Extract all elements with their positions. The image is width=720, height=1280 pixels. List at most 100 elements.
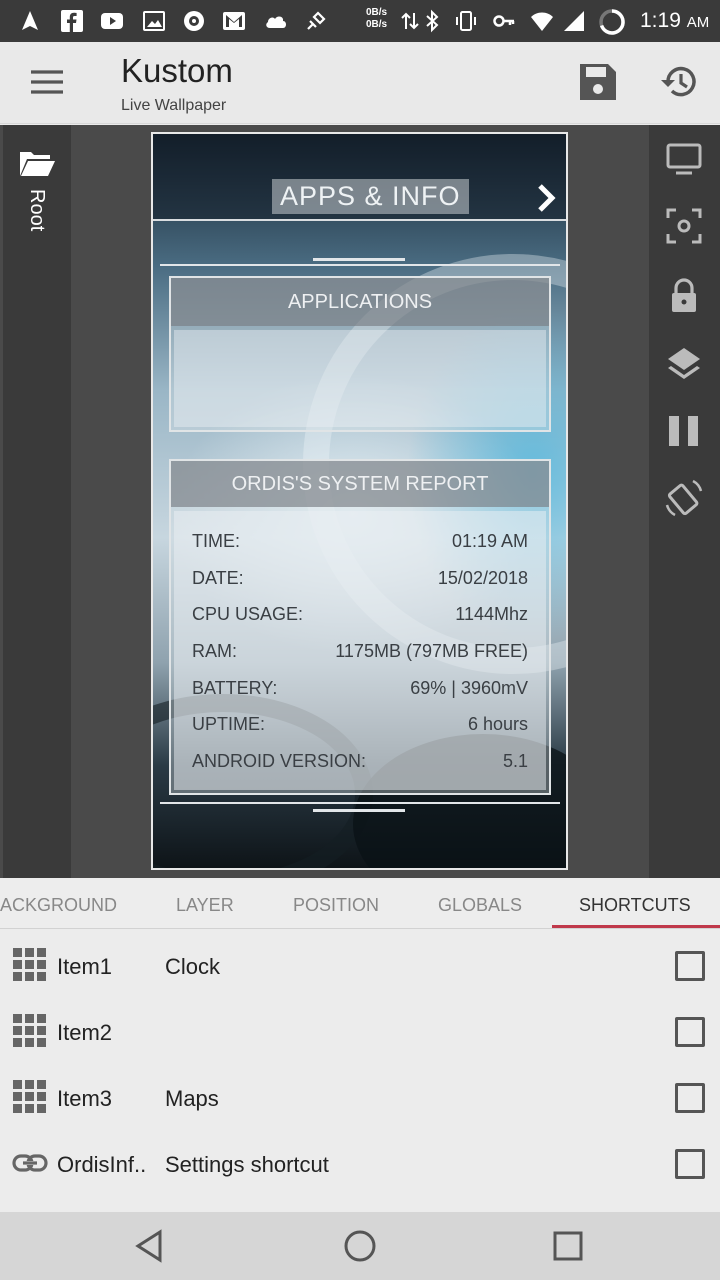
- list-item[interactable]: Item3 Maps: [0, 1064, 720, 1130]
- editor-area: Root APPS & INFO APPLICATIONS ORDIS'S SY…: [0, 125, 720, 878]
- preview-header: APPS & INFO: [153, 134, 566, 221]
- navigation-bar: [0, 1212, 720, 1280]
- item-name: Item1: [57, 954, 113, 979]
- menu-button[interactable]: [22, 62, 72, 102]
- report-label: RAM:: [192, 641, 237, 661]
- status-bar: 0B/s 0B/s 1:19 AM: [0, 0, 720, 42]
- history-icon: [661, 66, 696, 97]
- layers-button[interactable]: [663, 343, 705, 385]
- report-row: DATE: 15/02/2018: [192, 568, 528, 598]
- tab-globals[interactable]: GLOBALS: [438, 878, 522, 928]
- report-label: ANDROID VERSION:: [192, 751, 367, 771]
- report-value: 15/02/2018: [437, 568, 528, 588]
- home-icon: [344, 1230, 376, 1262]
- gmail-icon: [222, 9, 246, 33]
- item-name: Item2: [57, 1020, 113, 1045]
- tab-layer[interactable]: LAYER: [176, 878, 234, 928]
- wallpaper-preview[interactable]: APPS & INFO APPLICATIONS ORDIS'S SYSTEM …: [151, 132, 568, 870]
- status-time: 1:19 AM: [640, 9, 709, 33]
- link-icon: [12, 1145, 48, 1181]
- home-button[interactable]: [340, 1226, 380, 1266]
- active-tab-indicator: [552, 925, 720, 928]
- rotate-icon: [665, 479, 703, 517]
- left-rail: Root: [3, 125, 71, 878]
- network-rate: 0B/s 0B/s: [366, 7, 387, 31]
- report-value: 6 hours: [467, 714, 528, 734]
- report-row: RAM: 1175MB (797MB FREE): [192, 641, 528, 671]
- pause-icon: [669, 416, 698, 446]
- navigation-icon: [18, 9, 42, 33]
- cloud-icon: [264, 9, 288, 33]
- app-screen: 0B/s 0B/s 1:19 AM Kustom Live Wallpaper …: [0, 0, 720, 1280]
- tab-shortcuts[interactable]: SHORTCUTS: [579, 878, 691, 928]
- status-ampm: AM: [686, 14, 710, 31]
- report-label: UPTIME:: [192, 714, 266, 734]
- applications-panel: APPLICATIONS: [169, 276, 551, 432]
- report-row: UPTIME: 6 hours: [192, 714, 528, 744]
- editor-tabs: ACKGROUND LAYER POSITION GLOBALS SHORTCU…: [0, 878, 720, 929]
- recents-button[interactable]: [548, 1226, 588, 1266]
- image-icon: [142, 9, 166, 33]
- item-checkbox[interactable]: [675, 951, 705, 981]
- report-value: 5.1: [502, 751, 528, 771]
- root-label[interactable]: Root: [25, 189, 48, 231]
- preview-mode-button[interactable]: [663, 137, 705, 179]
- youtube-icon: [100, 9, 124, 33]
- tab-background[interactable]: ACKGROUND: [0, 878, 117, 928]
- list-item[interactable]: Item1 Clock: [0, 932, 720, 998]
- report-value: 1144Mhz: [455, 604, 528, 624]
- frame-line: [160, 264, 560, 266]
- applications-title: APPLICATIONS: [171, 278, 549, 326]
- item-checkbox[interactable]: [675, 1149, 705, 1179]
- report-row: CPU USAGE: 1144Mhz: [192, 604, 528, 634]
- menu-icon: [31, 70, 63, 94]
- list-item[interactable]: OrdisInf.. Settings shortcut: [0, 1130, 720, 1196]
- screenshot-button[interactable]: [663, 205, 705, 247]
- save-button[interactable]: [574, 58, 622, 106]
- network-rate-up: 0B/s: [366, 7, 388, 18]
- item-name: OrdisInf..: [57, 1152, 147, 1177]
- back-button[interactable]: [130, 1226, 170, 1266]
- pause-button[interactable]: [663, 410, 705, 452]
- list-item[interactable]: Item2: [0, 998, 720, 1064]
- item-value: Clock: [165, 954, 221, 979]
- root-folder-button[interactable]: [17, 143, 57, 183]
- report-row: BATTERY: 69% | 3960mV: [192, 678, 528, 708]
- save-icon: [580, 64, 616, 100]
- data-arrows-icon: [398, 9, 422, 33]
- lock-button[interactable]: [663, 275, 705, 317]
- signal-icon: [562, 9, 586, 33]
- report-label: TIME:: [192, 531, 240, 551]
- history-button[interactable]: [656, 58, 704, 106]
- next-page-button[interactable]: [528, 178, 566, 218]
- report-value: 01:19 AM: [451, 531, 528, 551]
- satellite-icon: [304, 9, 328, 33]
- item-checkbox[interactable]: [675, 1017, 705, 1047]
- apps-info-title: APPS & INFO: [272, 179, 469, 214]
- tab-position[interactable]: POSITION: [293, 878, 379, 928]
- report-label: BATTERY:: [192, 678, 278, 698]
- grid-icon: [12, 1013, 48, 1049]
- lock-icon: [672, 278, 696, 312]
- report-label: CPU USAGE:: [192, 604, 304, 624]
- app-subtitle: Live Wallpaper: [121, 97, 227, 114]
- system-report-panel: ORDIS'S SYSTEM REPORT TIME: 01:19 AM DATE…: [169, 459, 551, 795]
- report-row: TIME: 01:19 AM: [192, 531, 528, 561]
- report-value: 1175MB (797MB FREE): [335, 641, 528, 661]
- applications-body: [174, 330, 546, 427]
- item-name: Item3: [57, 1086, 113, 1111]
- camera-aperture-icon: [182, 9, 206, 33]
- vibrate-icon: [454, 9, 478, 33]
- grid-icon: [12, 947, 48, 983]
- screenshot-icon: [666, 208, 702, 244]
- report-row: ANDROID VERSION: 5.1: [192, 751, 528, 781]
- back-icon: [135, 1229, 162, 1263]
- app-title: Kustom: [121, 52, 233, 89]
- right-rail: [649, 125, 720, 878]
- item-value: Maps: [165, 1086, 219, 1111]
- chevron-right-icon: [538, 184, 556, 212]
- system-report-body: TIME: 01:19 AM DATE: 15/02/2018 CPU USAGE:…: [174, 511, 546, 790]
- item-checkbox[interactable]: [675, 1083, 705, 1113]
- rotate-button[interactable]: [663, 477, 705, 519]
- monitor-icon: [666, 143, 702, 175]
